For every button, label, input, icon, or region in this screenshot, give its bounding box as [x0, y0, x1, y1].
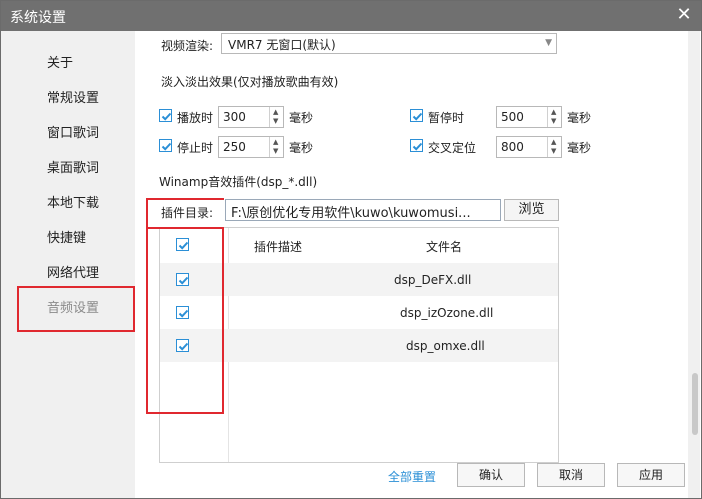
table-row[interactable]: dsp_izOzone.dll — [160, 296, 558, 329]
arrow-down-icon[interactable]: ▼ — [273, 117, 278, 125]
arrow-down-icon[interactable]: ▼ — [551, 117, 556, 125]
check-icon — [178, 342, 189, 351]
apply-button[interactable]: 应用 — [617, 463, 685, 487]
fade-stop-checkbox[interactable] — [159, 139, 172, 152]
crossfade-value: 800 — [501, 140, 524, 154]
fade-play-unit: 毫秒 — [289, 111, 314, 125]
fade-stop-stepper[interactable]: ▲ ▼ — [269, 137, 283, 157]
sidebar: 关于 常规设置 窗口歌词 桌面歌词 本地下载 快捷键 网络代理 音频设置 — [1, 31, 135, 498]
window-title: 系统设置 — [10, 10, 66, 26]
close-icon[interactable]: ✕ — [673, 4, 695, 26]
sidebar-item-about[interactable]: 关于 — [47, 52, 73, 71]
crossfade-input[interactable]: 800 ▲ ▼ — [496, 136, 562, 158]
audio-settings-panel: 视频渲染: VMR7 无窗口(默认) ▼ 淡入淡出效果(仅对播放歌曲有效) 播放… — [135, 31, 700, 498]
sidebar-item-desktop-lyrics[interactable]: 桌面歌词 — [47, 157, 99, 176]
crossfade-checkbox[interactable] — [410, 139, 423, 152]
arrow-up-icon[interactable]: ▲ — [273, 138, 278, 146]
chevron-down-icon: ▼ — [545, 38, 552, 48]
fade-play-input[interactable]: 300 ▲ ▼ — [218, 106, 284, 128]
fade-pause-stepper[interactable]: ▲ ▼ — [547, 107, 561, 127]
table-header: 插件描述 文件名 — [160, 228, 558, 261]
video-render-select[interactable]: VMR7 无窗口(默认) ▼ — [221, 33, 557, 54]
column-header-file: 文件名 — [426, 240, 463, 254]
scrollbar-thumb[interactable] — [692, 373, 698, 435]
check-icon — [178, 241, 189, 250]
row-checkbox[interactable] — [176, 339, 189, 352]
fade-play-label: 播放时 — [177, 111, 214, 125]
fade-pause-input[interactable]: 500 ▲ ▼ — [496, 106, 562, 128]
cancel-button[interactable]: 取消 — [537, 463, 605, 487]
winamp-heading: Winamp音效插件(dsp_*.dll) — [159, 175, 318, 189]
fade-stop-unit: 毫秒 — [289, 141, 314, 155]
row-filename: dsp_DeFX.dll — [394, 273, 472, 287]
settings-window: 系统设置 ✕ 关于 常规设置 窗口歌词 桌面歌词 本地下载 快捷键 网络代理 音… — [0, 0, 702, 499]
plugin-dir-input[interactable]: F:\原创优化专用软件\kuwo\kuwomusi... — [225, 199, 501, 221]
sidebar-item-proxy[interactable]: 网络代理 — [47, 262, 99, 281]
table-row[interactable]: dsp_DeFX.dll — [160, 263, 558, 296]
fade-stop-input[interactable]: 250 ▲ ▼ — [218, 136, 284, 158]
fade-play-value: 300 — [223, 110, 246, 124]
crossfade-stepper[interactable]: ▲ ▼ — [547, 137, 561, 157]
fade-play-checkbox[interactable] — [159, 109, 172, 122]
sidebar-item-local-download[interactable]: 本地下载 — [47, 192, 99, 211]
crossfade-unit: 毫秒 — [567, 141, 592, 155]
browse-button[interactable]: 浏览 — [504, 199, 559, 221]
fade-pause-unit: 毫秒 — [567, 111, 592, 125]
fade-play-stepper[interactable]: ▲ ▼ — [269, 107, 283, 127]
row-checkbox[interactable] — [176, 306, 189, 319]
reset-all-link[interactable]: 全部重置 — [388, 468, 436, 485]
check-icon — [178, 309, 189, 318]
check-icon — [161, 112, 172, 121]
fade-stop-value: 250 — [223, 140, 246, 154]
sidebar-item-general[interactable]: 常规设置 — [47, 87, 99, 106]
arrow-up-icon[interactable]: ▲ — [551, 138, 556, 146]
sidebar-item-hotkeys[interactable]: 快捷键 — [47, 227, 86, 246]
table-row[interactable]: dsp_omxe.dll — [160, 329, 558, 362]
title-bar: 系统设置 ✕ — [1, 1, 701, 31]
check-icon — [412, 112, 423, 121]
fade-pause-value: 500 — [501, 110, 524, 124]
check-icon — [178, 276, 189, 285]
fade-stop-label: 停止时 — [177, 141, 214, 155]
arrow-down-icon[interactable]: ▼ — [273, 147, 278, 155]
check-icon — [412, 142, 423, 151]
row-filename: dsp_omxe.dll — [406, 339, 485, 353]
fade-pause-label: 暂停时 — [428, 111, 465, 125]
row-filename: dsp_izOzone.dll — [400, 306, 494, 320]
active-item-highlight — [17, 286, 135, 332]
select-all-checkbox[interactable] — [176, 238, 189, 251]
video-render-label: 视频渲染: — [161, 39, 214, 53]
plugin-table: 插件描述 文件名 dsp_DeFX.dll dsp_izOzone.dll ds… — [159, 227, 559, 463]
ok-button[interactable]: 确认 — [457, 463, 525, 487]
arrow-up-icon[interactable]: ▲ — [551, 108, 556, 116]
column-header-desc: 插件描述 — [254, 240, 303, 254]
row-checkbox[interactable] — [176, 273, 189, 286]
sidebar-item-window-lyrics[interactable]: 窗口歌词 — [47, 122, 99, 141]
fade-heading: 淡入淡出效果(仅对播放歌曲有效) — [161, 75, 339, 89]
plugin-dir-label: 插件目录: — [161, 206, 214, 220]
video-render-value: VMR7 无窗口(默认) — [228, 38, 336, 52]
arrow-down-icon[interactable]: ▼ — [551, 147, 556, 155]
fade-pause-checkbox[interactable] — [410, 109, 423, 122]
arrow-up-icon[interactable]: ▲ — [273, 108, 278, 116]
crossfade-label: 交叉定位 — [428, 141, 477, 155]
check-icon — [161, 142, 172, 151]
